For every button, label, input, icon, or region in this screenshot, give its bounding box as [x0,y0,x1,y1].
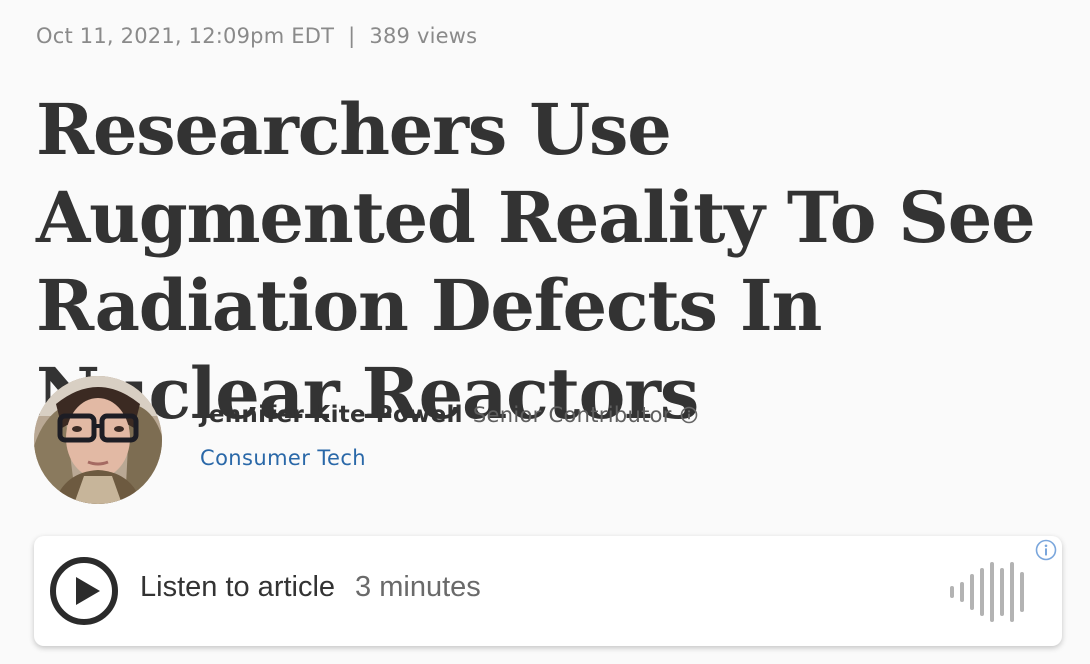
view-count: 389 views [369,24,478,48]
audio-player: Listen to article 3 minutes [34,536,1062,646]
author-name[interactable]: Jennifer Kite-Powell [200,402,463,428]
channel-link[interactable]: Consumer Tech [200,446,366,470]
article-meta: Oct 11, 2021, 12:09pm EDT | 389 views [36,24,477,48]
play-icon [50,557,118,625]
play-button[interactable] [48,555,120,627]
meta-separator: | [348,24,356,48]
listen-label: Listen to article [140,571,336,603]
author-role: Senior Contributor [472,403,672,427]
listen-label-row: Listen to article 3 minutes [140,571,481,604]
article-headline: Researchers Use Augmented Reality To See… [36,88,1036,435]
publish-date: Oct 11, 2021, 12:09pm EDT [36,24,335,48]
duration-label: 3 minutes [355,571,481,603]
author-byline: Jennifer Kite-Powell Senior Contributor [200,402,698,428]
author-avatar[interactable] [34,376,162,504]
info-icon[interactable] [1035,539,1057,561]
info-icon[interactable] [680,406,698,424]
audio-waveform-icon [950,562,1024,622]
